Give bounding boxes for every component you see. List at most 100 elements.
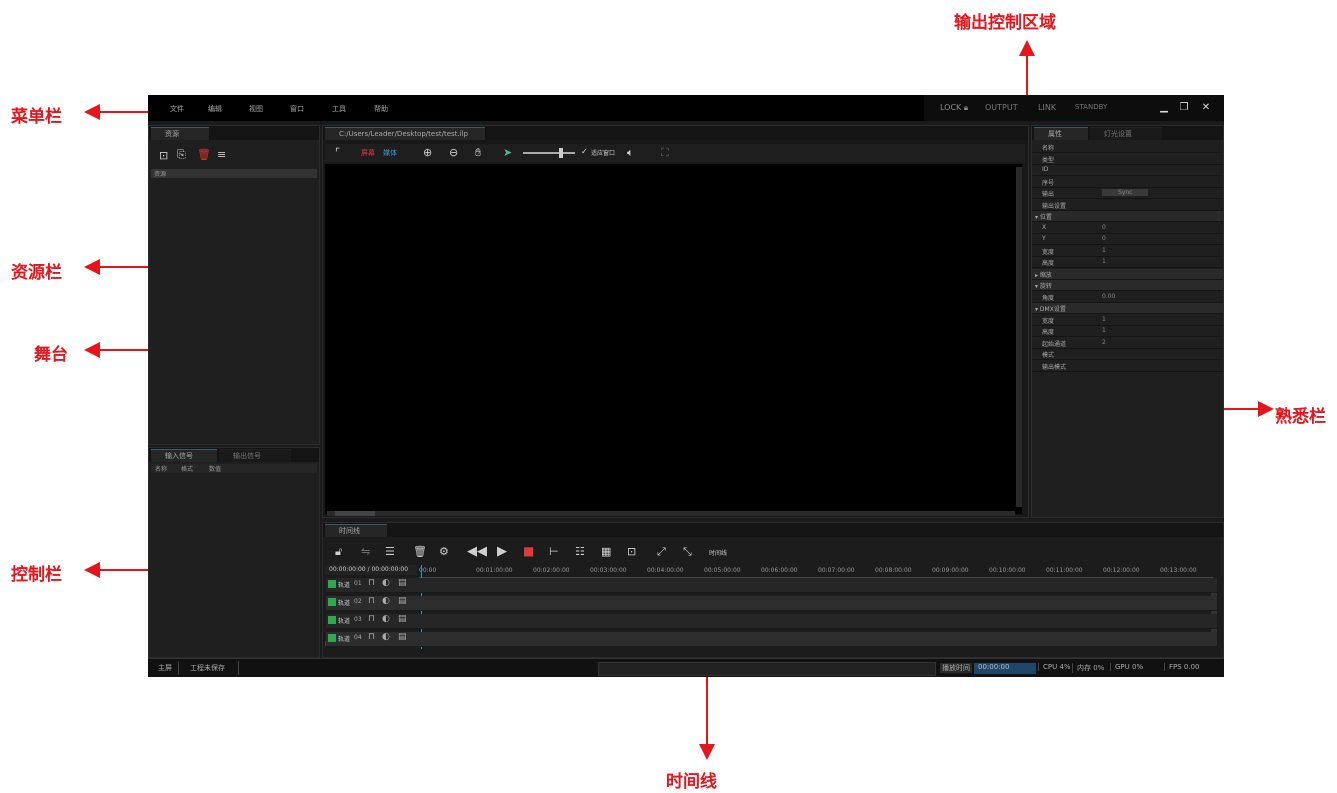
timeline-track[interactable]: 轨道 02 ⊓ ◐ ▤ bbox=[326, 596, 1217, 611]
screen-dropdown-icon[interactable]: ⊡ bbox=[627, 545, 636, 558]
property-value[interactable]: 1 bbox=[1102, 316, 1106, 323]
trash-icon[interactable]: 🗑︎ bbox=[413, 545, 427, 558]
property-value[interactable]: 1 bbox=[1102, 247, 1106, 254]
tab-timeline[interactable]: 时间线 bbox=[325, 524, 387, 537]
add-track-icon[interactable]: ☰ bbox=[385, 545, 395, 558]
property-value[interactable]: 1 bbox=[1102, 327, 1106, 334]
property-row[interactable]: 高度 1 bbox=[1032, 326, 1223, 337]
property-row[interactable]: Y0 bbox=[1032, 234, 1223, 245]
property-value[interactable]: 0.00 bbox=[1102, 293, 1115, 300]
stage-hscroll-thumb[interactable] bbox=[335, 511, 375, 516]
menu-window[interactable]: 窗口 bbox=[290, 104, 304, 114]
marker-icon[interactable]: ⊢ bbox=[549, 545, 559, 558]
property-row[interactable]: 模式 bbox=[1032, 349, 1223, 360]
tab-properties[interactable]: 属性 bbox=[1034, 127, 1088, 140]
select-region-icon[interactable]: ⌜ bbox=[335, 146, 340, 159]
expand-icon[interactable]: ⤢ bbox=[657, 545, 666, 559]
track-visibility-icon[interactable]: ◐ bbox=[382, 578, 390, 588]
restore-icon[interactable]: ❐ bbox=[1178, 102, 1190, 114]
property-value[interactable]: 1 bbox=[1102, 258, 1106, 265]
timeline-ruler[interactable]: 00:00 00:01:00:00 00:02:00:00 00:03:00:00 00… bbox=[419, 565, 1213, 578]
track-enable-checkbox[interactable] bbox=[328, 580, 336, 588]
zoom-out-icon[interactable]: ⊖ bbox=[449, 146, 458, 159]
link-button[interactable]: LINK bbox=[1038, 103, 1056, 112]
track-enable-checkbox[interactable] bbox=[328, 616, 336, 624]
property-row[interactable]: 输出设置 bbox=[1032, 200, 1223, 211]
property-row[interactable]: 名称 bbox=[1032, 142, 1223, 153]
fullscreen-icon[interactable]: ⛶ bbox=[661, 146, 669, 160]
menu-tools[interactable]: 工具 bbox=[332, 104, 346, 114]
close-icon[interactable]: ✕ bbox=[1200, 102, 1212, 114]
shrink-icon[interactable]: ⤡ bbox=[683, 545, 692, 559]
minimize-icon[interactable]: ▁ bbox=[1158, 102, 1170, 114]
list-icon[interactable]: ☷ bbox=[575, 545, 585, 558]
track-lock-icon[interactable]: ⊓ bbox=[368, 596, 375, 606]
tab-light-settings[interactable]: 灯光设置 bbox=[1090, 127, 1162, 140]
track-visibility-icon[interactable]: ◐ bbox=[382, 632, 390, 642]
track-lock-icon[interactable]: ⊓ bbox=[368, 614, 375, 624]
screen-button[interactable]: 屏幕 bbox=[361, 148, 375, 158]
property-value[interactable]: 0 bbox=[1102, 235, 1106, 242]
tab-output-signal[interactable]: 输出信号 bbox=[219, 449, 291, 462]
track-enable-checkbox[interactable] bbox=[328, 634, 336, 642]
grid-icon[interactable]: ▦ bbox=[601, 545, 611, 558]
timeline-toolbar-text[interactable]: 时间线 bbox=[709, 548, 727, 557]
track-visibility-icon[interactable]: ◐ bbox=[382, 596, 390, 606]
menu-help[interactable]: 帮助 bbox=[374, 104, 388, 114]
rewind-icon[interactable]: ◀◀ bbox=[467, 544, 487, 559]
property-row[interactable]: 起始通道 2 bbox=[1032, 338, 1223, 349]
property-row[interactable]: ▸ 缩放 bbox=[1032, 268, 1223, 280]
zoom-slider-handle[interactable] bbox=[559, 148, 563, 158]
zoom-slider[interactable] bbox=[523, 148, 575, 158]
property-row[interactable]: ID bbox=[1032, 165, 1223, 176]
property-row[interactable]: X0 bbox=[1032, 223, 1223, 234]
property-row[interactable]: 宽度 1 bbox=[1032, 315, 1223, 326]
track-save-icon[interactable]: ▤ bbox=[398, 578, 407, 588]
property-row[interactable]: 角度 0.00 bbox=[1032, 292, 1223, 303]
stage-vscrollbar[interactable] bbox=[1016, 167, 1022, 507]
property-value[interactable]: Sync bbox=[1102, 189, 1149, 196]
property-row[interactable]: 序号 bbox=[1032, 177, 1223, 188]
lock-button[interactable]: LOCK 🔒︎ bbox=[940, 103, 968, 113]
standby-button[interactable]: STANDBY bbox=[1075, 103, 1107, 111]
property-row[interactable]: 输出模式 bbox=[1032, 361, 1223, 372]
stage-canvas[interactable] bbox=[325, 164, 1022, 514]
menu-file[interactable]: 文件 bbox=[170, 104, 184, 114]
fit-window-checkbox[interactable]: ✓ bbox=[581, 147, 588, 156]
menu-edit[interactable]: 编辑 bbox=[208, 104, 222, 114]
gear-icon[interactable]: ⚙ bbox=[439, 545, 449, 558]
property-row[interactable]: 高度 1 bbox=[1032, 257, 1223, 268]
timeline-track[interactable]: 轨道 03 ⊓ ◐ ▤ bbox=[326, 614, 1217, 629]
pointer-icon[interactable]: ➤ bbox=[503, 146, 512, 159]
menu-view[interactable]: 视图 bbox=[249, 104, 263, 114]
track-save-icon[interactable]: ▤ bbox=[398, 596, 407, 606]
tab-resources[interactable]: 资源 bbox=[151, 127, 209, 140]
property-row[interactable]: 宽度 1 bbox=[1032, 246, 1223, 257]
media-button[interactable]: 媒体 bbox=[383, 148, 397, 158]
timeline-track[interactable]: 轨道 04 ⊓ ◐ ▤ bbox=[326, 632, 1217, 647]
play-icon[interactable]: ▶ bbox=[497, 544, 507, 559]
property-row[interactable]: 输出 Sync bbox=[1032, 188, 1223, 199]
hand-icon[interactable]: ✋︎ bbox=[475, 146, 481, 160]
tab-input-signal[interactable]: 输入信号 bbox=[151, 449, 217, 462]
tab-stage-file[interactable]: C:/Users/Leader/Desktop/test/test.ilp bbox=[325, 127, 485, 140]
property-value[interactable]: 2 bbox=[1102, 339, 1106, 346]
track-enable-checkbox[interactable] bbox=[328, 598, 336, 606]
stop-icon[interactable]: ■ bbox=[523, 544, 534, 558]
output-button[interactable]: OUTPUT bbox=[985, 103, 1018, 112]
property-value[interactable]: 0 bbox=[1102, 224, 1106, 231]
list-menu-icon[interactable]: ≡ bbox=[217, 148, 226, 161]
stage-hscrollbar[interactable] bbox=[327, 511, 1015, 516]
property-row[interactable]: ▾ 旋转 bbox=[1032, 280, 1223, 291]
unlock-icon[interactable]: 🔓︎ bbox=[335, 545, 342, 559]
track-lock-icon[interactable]: ⊓ bbox=[368, 578, 375, 588]
timeline-track[interactable]: 轨道 01 ⊓ ◐ ▤ bbox=[326, 578, 1217, 593]
delete-icon[interactable]: 🗑︎ bbox=[197, 148, 211, 161]
split-icon[interactable]: ⇋ bbox=[361, 545, 370, 558]
property-row[interactable]: ▾ DMX设置 bbox=[1032, 303, 1223, 314]
track-save-icon[interactable]: ▤ bbox=[398, 632, 407, 642]
track-lock-icon[interactable]: ⊓ bbox=[368, 632, 375, 642]
property-row[interactable]: ▾ 位置 bbox=[1032, 211, 1223, 222]
track-save-icon[interactable]: ▤ bbox=[398, 614, 407, 624]
folder-icon[interactable]: ⎘ bbox=[177, 148, 186, 162]
